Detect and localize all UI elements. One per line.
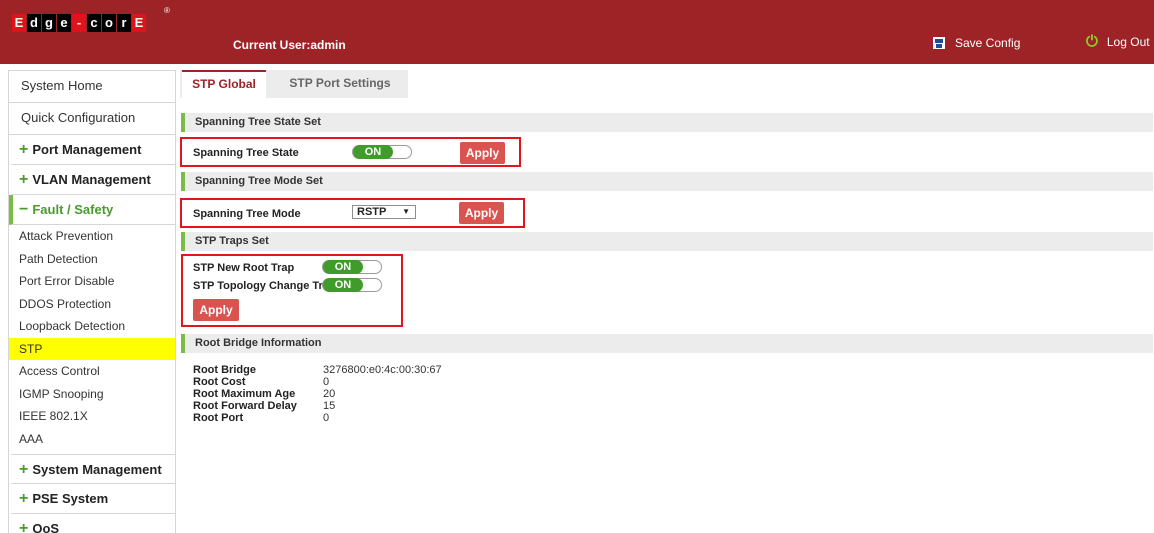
sidebar-group-label: Fault / Safety — [32, 202, 114, 217]
stp-new-root-trap-label: STP New Root Trap — [193, 262, 295, 274]
sidebar-item-attack-prevention[interactable]: Attack Prevention — [9, 225, 175, 248]
logo-letter: d — [27, 14, 41, 32]
tab-stp-global[interactable]: STP Global — [182, 70, 266, 98]
expand-plus-icon: + — [19, 461, 29, 478]
logo-letter: - — [72, 14, 86, 32]
spanning-tree-mode-label: Spanning Tree Mode — [193, 208, 301, 220]
spanning-tree-state-label: Spanning Tree State — [193, 147, 299, 159]
logo-letter: c — [87, 14, 101, 32]
save-config-button[interactable]: Save Config — [933, 36, 1020, 50]
spanning-tree-state-toggle[interactable]: ON — [352, 145, 412, 159]
sidebar-item-loopback-detection[interactable]: Loopback Detection — [9, 315, 175, 338]
sidebar-group-vlan-management[interactable]: + VLAN Management — [9, 165, 175, 195]
logo-letter: o — [102, 14, 116, 32]
root-port-value: 0 — [323, 412, 330, 424]
sidebar-group-label: System Management — [32, 462, 162, 477]
root-forward-delay-label: Root Forward Delay — [193, 400, 297, 412]
logo-letter: r — [117, 14, 131, 32]
root-port-label: Root Port — [193, 412, 244, 424]
sidebar-item-aaa[interactable]: AAA — [9, 428, 175, 451]
current-user-label: Current User:admin — [233, 38, 346, 52]
sidebar-group-port-management[interactable]: + Port Management — [9, 135, 175, 165]
logout-button[interactable]: ⏻ Log Out — [1086, 34, 1150, 49]
sidebar-item-ieee-8021x[interactable]: IEEE 802.1X — [9, 405, 175, 428]
expand-plus-icon: + — [19, 490, 29, 507]
sidebar-item-stp[interactable]: STP — [9, 337, 175, 360]
root-maximum-age-label: Root Maximum Age — [193, 388, 296, 400]
toggle-on-knob: ON — [323, 260, 363, 274]
expand-plus-icon: + — [19, 171, 29, 188]
section-header-mode-set: Spanning Tree Mode Set — [181, 172, 1153, 191]
logo-letter: e — [57, 14, 71, 32]
sidebar-item-port-error-disable[interactable]: Port Error Disable — [9, 270, 175, 293]
selected-mode-value: RSTP — [357, 206, 387, 218]
save-config-label: Save Config — [955, 36, 1021, 50]
stp-topology-change-trap-label: STP Topology Change Trap — [193, 280, 336, 292]
stp-new-root-trap-toggle[interactable]: ON — [322, 260, 382, 274]
apply-mode-button[interactable]: Apply — [459, 202, 504, 224]
logout-label: Log Out — [1106, 34, 1150, 49]
section-header-traps-set: STP Traps Set — [181, 232, 1153, 251]
root-bridge-value: 3276800:e0:4c:00:30:67 — [323, 364, 442, 376]
logo-registered-mark: ® — [164, 6, 170, 15]
sidebar-item-igmp-snooping[interactable]: IGMP Snooping — [9, 383, 175, 406]
power-icon: ⏻ — [1086, 33, 1098, 50]
logo-letter: E — [12, 14, 26, 32]
root-maximum-age-value: 20 — [323, 388, 336, 400]
sidebar-group-label: Port Management — [32, 142, 142, 157]
section-header-state-set: Spanning Tree State Set — [181, 113, 1153, 132]
sidebar-group-label: QoS — [32, 521, 60, 533]
sidebar-group-label: VLAN Management — [32, 172, 151, 187]
tab-bar: STP Global STP Port Settings — [180, 70, 1154, 98]
tab-stp-port-settings[interactable]: STP Port Settings — [280, 70, 400, 98]
spanning-tree-mode-select[interactable]: RSTP ▼ — [352, 205, 416, 219]
edgecore-logo: E d g e - c o r E — [12, 14, 146, 34]
stp-topology-change-trap-toggle[interactable]: ON — [322, 278, 382, 292]
top-header: E d g e - c o r E ® Current User:admin S… — [0, 0, 1154, 64]
toggle-on-knob: ON — [353, 145, 393, 159]
sidebar-item-access-control[interactable]: Access Control — [9, 360, 175, 383]
sidebar-group-system-management[interactable]: + System Management — [9, 454, 175, 484]
toggle-on-knob: ON — [323, 278, 363, 292]
section-header-root-bridge: Root Bridge Information — [181, 334, 1153, 353]
sidebar-item-path-detection[interactable]: Path Detection — [9, 248, 175, 271]
sidebar-item-quick-configuration[interactable]: Quick Configuration — [9, 103, 175, 135]
apply-traps-button[interactable]: Apply — [193, 299, 239, 321]
expand-plus-icon: + — [19, 520, 29, 533]
root-forward-delay-value: 15 — [323, 400, 336, 412]
collapse-minus-icon: − — [19, 201, 29, 218]
apply-state-button[interactable]: Apply — [460, 142, 505, 164]
sidebar-group-pse-system[interactable]: + PSE System — [9, 484, 175, 514]
sidebar-group-qos[interactable]: + QoS — [9, 514, 175, 533]
logo-letter: g — [42, 14, 56, 32]
sidebar-nav: System Home Quick Configuration + Port Ma… — [8, 70, 176, 533]
sidebar-group-fault-safety[interactable]: − Fault / Safety — [9, 195, 175, 225]
save-disk-icon — [933, 37, 945, 49]
expand-plus-icon: + — [19, 141, 29, 158]
root-cost-value: 0 — [323, 376, 330, 388]
sidebar-item-system-home[interactable]: System Home — [9, 71, 175, 103]
root-bridge-label: Root Bridge — [193, 364, 256, 376]
root-cost-label: Root Cost — [193, 376, 246, 388]
sidebar-item-ddos-protection[interactable]: DDOS Protection — [9, 293, 175, 316]
sidebar-group-label: PSE System — [32, 491, 109, 506]
logo-letter: E — [132, 14, 146, 32]
dropdown-arrow-icon: ▼ — [402, 207, 410, 216]
